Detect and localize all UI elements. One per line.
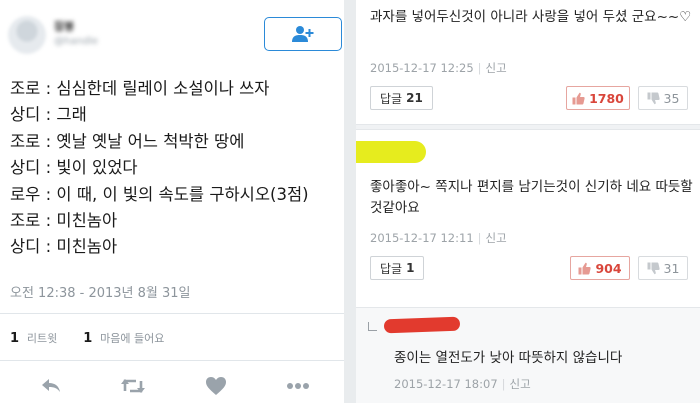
like-count[interactable]: 1 마음에 들어요 (83, 330, 164, 346)
reply-button[interactable]: 답글 1 (370, 256, 425, 280)
reply-button[interactable] (38, 375, 64, 397)
thumbs-down-icon (647, 262, 660, 274)
tweet-actions (0, 372, 344, 400)
report-link[interactable]: 신고 (510, 377, 531, 391)
like-count-value: 1 (83, 331, 93, 346)
dislike-count: 35 (663, 90, 680, 106)
redacted-username (356, 141, 426, 163)
comment-meta: 2015-12-17 12:11 | 신고 (370, 231, 507, 245)
like-count: 1780 (589, 90, 624, 106)
user-name-blurred[interactable]: 잠봉 (54, 18, 74, 34)
tweet-panel: 잠봉 @handle 조로 : 심심한데 릴레이 소설이나 쓰자 상디 : 그래… (0, 0, 344, 403)
reply-count: 1 (406, 261, 415, 275)
tweet-line: 상디 : 미친놈아 (10, 237, 118, 257)
like-count: 904 (595, 260, 622, 276)
reply-text: 종이는 열전도가 낮아 따뜻하지 않습니다 (394, 350, 623, 366)
reply-item: 종이는 열전도가 낮아 따뜻하지 않습니다 2015-12-17 18:07 | 신… (356, 307, 700, 403)
dislike-button[interactable]: 31 (638, 256, 688, 280)
redacted-username (383, 316, 461, 334)
comment-item: 좋아좋아~ 쪽지나 편지를 남기는것이 신기하 네요 따듯할것같아요 2015-… (356, 131, 700, 296)
comments-panel: 과자를 넣어두신것이 아니라 사랑을 넣어 두셨 군요~~♡ 2015-12-1… (356, 0, 700, 403)
reply-count: 21 (406, 91, 423, 105)
like-count-label: 마음에 들어요 (100, 332, 165, 345)
add-user-icon (292, 26, 314, 42)
retweet-icon (121, 379, 145, 393)
retweet-count-label: 리트윗 (26, 332, 58, 345)
tweet-line: 상디 : 그래 (10, 105, 87, 125)
tweet-timestamp[interactable]: 오전 12:38 - 2013년 8월 31일 (10, 282, 191, 301)
reply-label: 답글 (380, 261, 403, 276)
tweet-line: 조로 : 심심한데 릴레이 소설이나 쓰자 (10, 79, 270, 98)
heart-icon (206, 377, 226, 395)
comment-date: 2015-12-17 12:11 (370, 231, 474, 245)
report-link[interactable]: 신고 (486, 231, 507, 245)
divider (356, 124, 700, 130)
tweet-stats: 1 리트윗 1 마음에 들어요 (10, 330, 164, 346)
like-button[interactable] (203, 375, 229, 397)
reply-meta: 2015-12-17 18:07 | 신고 (394, 377, 531, 391)
like-button[interactable]: 904 (570, 256, 630, 280)
tweet-line: 로우 : 이 때, 이 빛의 속도를 구하시오(3점) (10, 184, 309, 204)
divider (0, 360, 344, 361)
tweet-line: 조로 : 옛날 옛날 어느 척박한 땅에 (10, 131, 245, 151)
reply-date: 2015-12-17 18:07 (394, 377, 498, 391)
divider (0, 313, 344, 314)
retweet-count[interactable]: 1 리트윗 (10, 330, 57, 346)
tweet-line: 상디 : 빛이 있었다 (10, 158, 138, 178)
follow-button[interactable] (264, 17, 342, 51)
avatar[interactable] (8, 16, 46, 54)
retweet-button[interactable] (120, 375, 146, 397)
comment-date: 2015-12-17 12:25 (370, 61, 474, 75)
tweet-line: 조로 : 미친놈아 (10, 211, 118, 231)
like-button[interactable]: 1780 (566, 86, 630, 110)
comment-text: 좋아좋아~ 쪽지나 편지를 남기는것이 신기하 네요 따듯할것같아요 (370, 179, 693, 216)
tweet-header: 잠봉 @handle (8, 16, 342, 58)
thumbs-up-icon (578, 262, 592, 274)
tweet-body: 조로 : 심심한데 릴레이 소설이나 쓰자 상디 : 그래 조로 : 옛날 옛날… (10, 76, 340, 261)
user-handle-blurred[interactable]: @handle (54, 36, 98, 47)
panel-divider (344, 0, 356, 403)
report-link[interactable]: 신고 (486, 61, 507, 75)
more-button[interactable] (285, 375, 311, 397)
comment-text: 과자를 넣어두신것이 아니라 사랑을 넣어 두셨 군요~~♡ (370, 9, 692, 25)
reply-button[interactable]: 답글 21 (370, 86, 433, 110)
reply-icon (42, 379, 60, 392)
more-icon (287, 383, 309, 389)
dislike-button[interactable]: 35 (638, 86, 688, 110)
reply-arrow-icon (368, 322, 377, 331)
dislike-count: 31 (663, 260, 680, 276)
thumbs-down-icon (647, 92, 660, 104)
reply-label: 답글 (380, 91, 403, 106)
comment-meta: 2015-12-17 12:25 | 신고 (370, 61, 507, 75)
comment-item: 과자를 넣어두신것이 아니라 사랑을 넣어 두셨 군요~~♡ 2015-12-1… (356, 0, 700, 125)
thumbs-up-icon (572, 92, 585, 104)
retweet-count-value: 1 (10, 331, 20, 346)
